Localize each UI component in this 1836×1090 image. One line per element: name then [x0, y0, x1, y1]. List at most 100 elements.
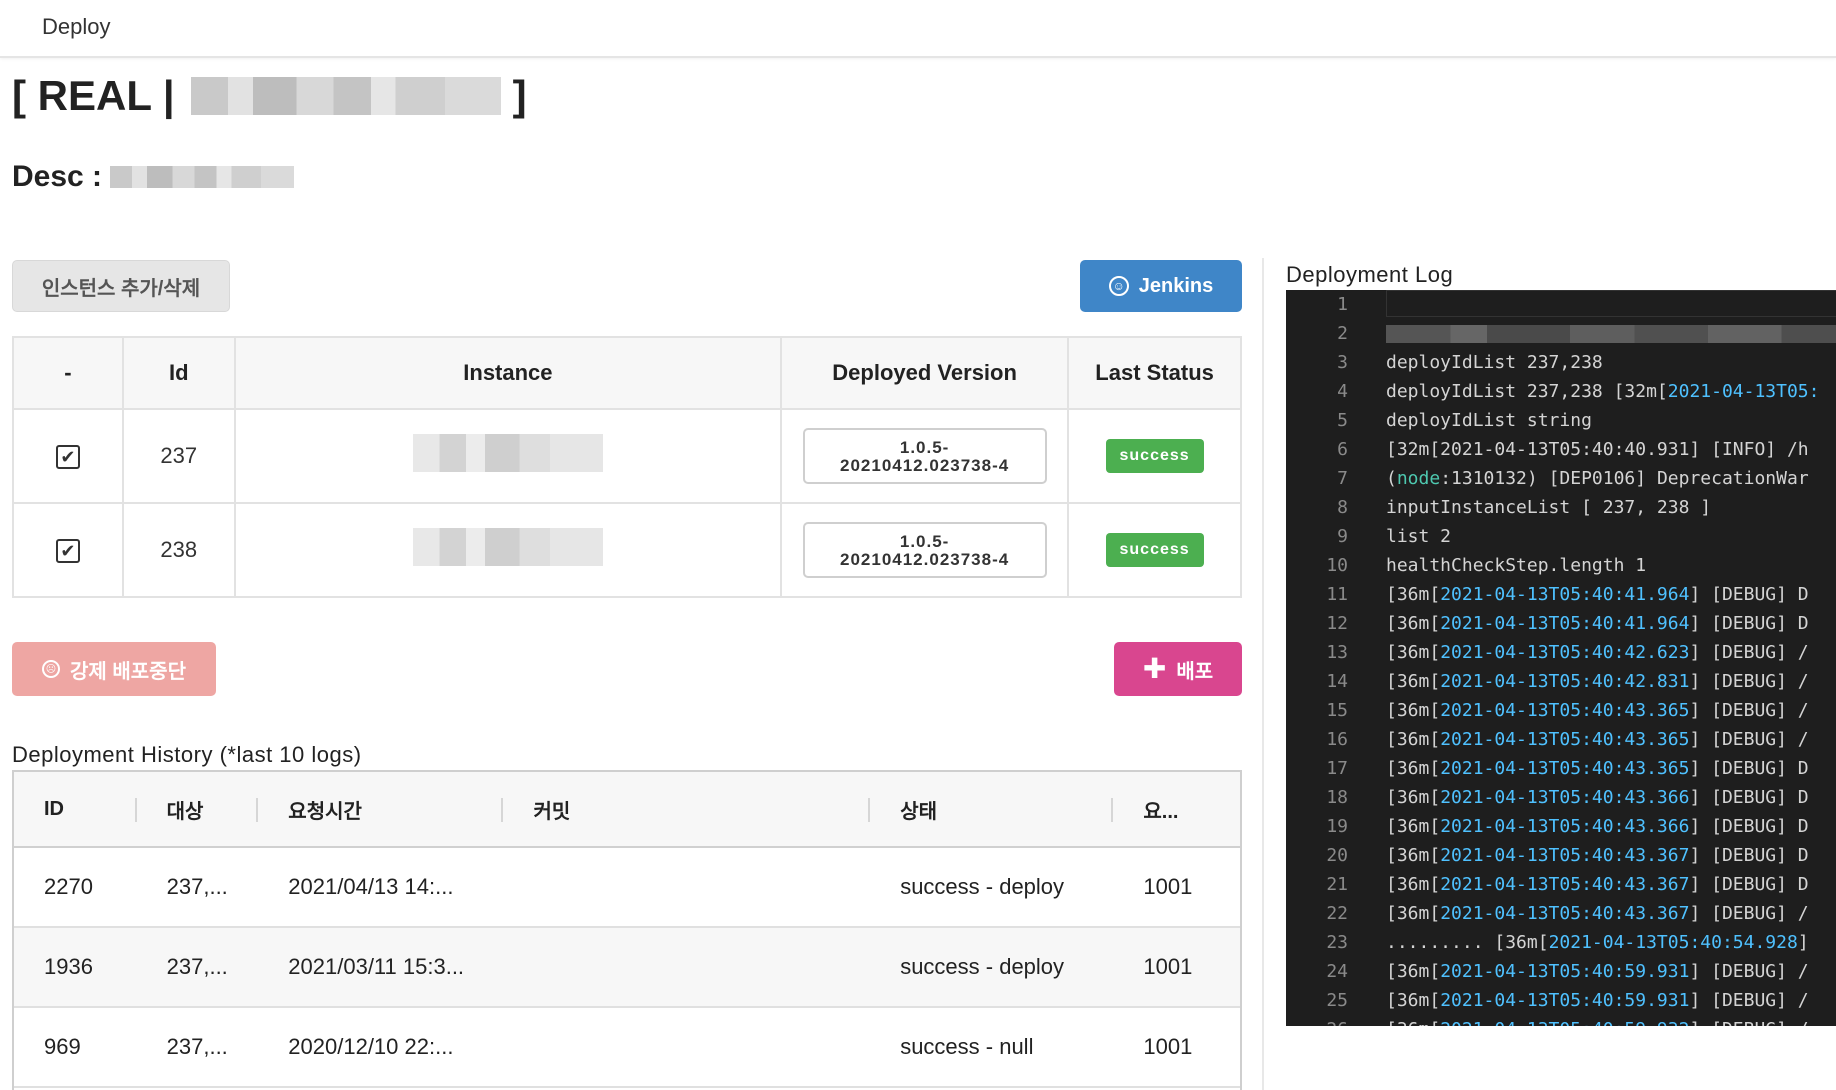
log-text: [36m[	[1386, 584, 1441, 605]
version-line1: 1.0.5-	[899, 438, 950, 457]
log-line-text: [36m[2021-04-13T05:40:42.831] [DEBUG] /	[1386, 667, 1809, 696]
history-row[interactable]: 1936 237,... 2021/03/11 15:3... success …	[14, 928, 1240, 1008]
jenkins-button[interactable]: ☺ Jenkins	[1080, 260, 1242, 312]
col-history-target[interactable]: 대상	[137, 772, 259, 846]
col-history-commit[interactable]: 커밋	[503, 772, 870, 846]
log-timestamp: 2021-04-13T05:40:59.931	[1440, 990, 1690, 1011]
log-line-text: (node:1310132) [DEP0106] DeprecationWar	[1386, 464, 1809, 493]
log-line-text: [36m[2021-04-13T05:40:59.931] [DEBUG] /	[1386, 986, 1809, 1015]
log-timestamp: 2021-04-13T05:40:43.365	[1440, 729, 1690, 750]
log-node-keyword: node	[1396, 468, 1441, 489]
log-line-text: inputInstanceList [ 237, 238 ]	[1386, 493, 1711, 522]
log-line: 12 [36m[2021-04-13T05:40:41.964] [DEBUG]…	[1286, 609, 1836, 638]
instance-row: ✔ 238 1.0.5- 20210412.023738-4 success	[12, 502, 1242, 598]
log-line-text: [36m[2021-04-13T05:40:43.365] [DEBUG] D	[1386, 754, 1809, 783]
log-text: [36m[	[1386, 874, 1441, 895]
log-line-number: 15	[1326, 700, 1348, 721]
log-text: [36m[	[1386, 642, 1441, 663]
force-stop-button[interactable]: ☹ 강제 배포중단	[12, 642, 216, 696]
log-text-tail: :1310132) [DEP0106] DeprecationWar	[1440, 468, 1809, 489]
log-text-tail: ] [DEBUG] /	[1689, 671, 1809, 692]
top-nav-bar: Deploy	[0, 0, 1836, 58]
log-line-number: 6	[1337, 439, 1348, 460]
log-text: [36m[	[1386, 787, 1441, 808]
log-line-text: [32m[2021-04-13T05:40:40.931] [INFO] /h	[1386, 435, 1809, 464]
log-line-number: 2	[1337, 323, 1348, 344]
history-row[interactable]: 2270 237,... 2021/04/13 14:... success -…	[14, 848, 1240, 928]
title-prefix: [ REAL |	[12, 72, 175, 119]
log-text: deployIdList 237,238 [32m[	[1386, 381, 1668, 402]
log-text-tail: ]	[1797, 932, 1809, 953]
log-line-number: 19	[1326, 816, 1348, 837]
log-line: 9 list 2	[1286, 522, 1836, 551]
log-text-tail: ] [DEBUG] D	[1689, 845, 1809, 866]
history-requester: 1001	[1143, 954, 1193, 979]
status-badge: success	[1105, 439, 1204, 473]
log-text: [36m[	[1386, 729, 1441, 750]
deploy-button[interactable]: ✚ 배포	[1114, 642, 1242, 696]
history-label: Deployment History (*last 10 logs)	[12, 742, 362, 767]
log-text-tail: ] [DEBUG] D	[1689, 787, 1809, 808]
history-requester: 1001	[1143, 1034, 1193, 1059]
log-timestamp: 2021-04-13T05:40:43.367	[1440, 845, 1690, 866]
log-line-number: 21	[1326, 874, 1348, 895]
redacted-description	[110, 166, 295, 188]
col-history-id[interactable]: ID	[14, 772, 137, 846]
history-status: success - deploy	[900, 954, 1065, 979]
log-line: 15 [36m[2021-04-13T05:40:43.365] [DEBUG]…	[1286, 696, 1836, 725]
version-box: 1.0.5- 20210412.023738-4	[802, 428, 1047, 484]
log-line: 3 deployIdList 237,238	[1286, 348, 1836, 377]
log-line-number: 10	[1326, 555, 1348, 576]
log-text: [36m[	[1386, 903, 1441, 924]
log-timestamp: 2021-04-13T05:40:59.931	[1440, 961, 1690, 982]
log-line-text: [36m[2021-04-13T05:40:43.367] [DEBUG] D	[1386, 870, 1809, 899]
log-line: 23 ......... [36m[2021-04-13T05:40:54.928…	[1286, 928, 1836, 957]
log-line: 4 deployIdList 237,238 [32m[2021-04-13T05…	[1286, 377, 1836, 406]
history-row[interactable]: 969 237,... 2020/12/10 22:... success - …	[14, 1008, 1240, 1088]
history-status: success - deploy	[900, 874, 1065, 899]
log-text-tail: ] [DEBUG] /	[1689, 961, 1809, 982]
log-line-number: 17	[1326, 758, 1348, 779]
log-text: [36m[	[1386, 961, 1441, 982]
log-text-tail: ] [DEBUG] /	[1689, 700, 1809, 721]
col-history-status[interactable]: 상태	[870, 772, 1114, 846]
history-target: 237,...	[166, 954, 228, 979]
log-line-number: 20	[1326, 845, 1348, 866]
col-select: -	[12, 336, 124, 410]
log-timestamp: 2021-04-13T05:40:54.928	[1548, 932, 1798, 953]
log-line-text: list 2	[1386, 522, 1451, 551]
log-line-number: 13	[1326, 642, 1348, 663]
version-box: 1.0.5- 20210412.023738-4	[802, 522, 1047, 578]
instance-checkbox[interactable]: ✔	[55, 539, 80, 564]
log-line-text: [36m[2021-04-13T05:40:59.932] [DEBUG] /	[1386, 1015, 1809, 1026]
log-line-number: 23	[1326, 932, 1348, 953]
col-history-requester[interactable]: 요...	[1113, 772, 1240, 846]
log-line-number: 26	[1286, 1015, 1348, 1026]
redacted-project-name	[190, 77, 501, 115]
brand-link[interactable]: Deploy	[42, 14, 110, 40]
col-history-time[interactable]: 요청시간	[258, 772, 504, 846]
log-line-text: deployIdList 237,238	[1386, 348, 1603, 377]
deployment-log-viewer[interactable]: 1 2 3 deployIdList 237,238 4 deployIdList 237…	[1286, 290, 1836, 1026]
log-line: 25 [36m[2021-04-13T05:40:59.931] [DEBUG]…	[1286, 986, 1836, 1015]
instance-checkbox[interactable]: ✔	[55, 445, 80, 470]
log-text: [36m[	[1386, 758, 1441, 779]
log-text-tail: ] [DEBUG] /	[1689, 990, 1809, 1011]
log-text-tail: ] [DEBUG] /	[1689, 1019, 1808, 1026]
description: Desc :	[12, 160, 295, 194]
log-timestamp: 2021-04-13T05:40:43.365	[1440, 700, 1690, 721]
log-line: 18 [36m[2021-04-13T05:40:43.366] [DEBUG]…	[1286, 783, 1836, 812]
log-line-text: [36m[2021-04-13T05:40:43.367] [DEBUG] /	[1386, 899, 1809, 928]
log-text: [36m[	[1386, 613, 1441, 634]
version-line1: 1.0.5-	[899, 532, 950, 551]
history-requester: 1001	[1143, 874, 1193, 899]
log-line-text: ......... [36m[2021-04-13T05:40:54.928]	[1386, 928, 1809, 957]
log-line: 22 [36m[2021-04-13T05:40:43.367] [DEBUG]…	[1286, 899, 1836, 928]
plus-icon: ✚	[1142, 653, 1167, 684]
col-id: Id	[121, 336, 236, 410]
log-text: list 2	[1386, 526, 1452, 547]
manage-instances-button[interactable]: 인스턴스 추가/삭제	[12, 260, 230, 312]
log-text-tail: ] [DEBUG] D	[1689, 816, 1809, 837]
log-line-number: 22	[1326, 903, 1348, 924]
log-line-number: 14	[1326, 671, 1348, 692]
